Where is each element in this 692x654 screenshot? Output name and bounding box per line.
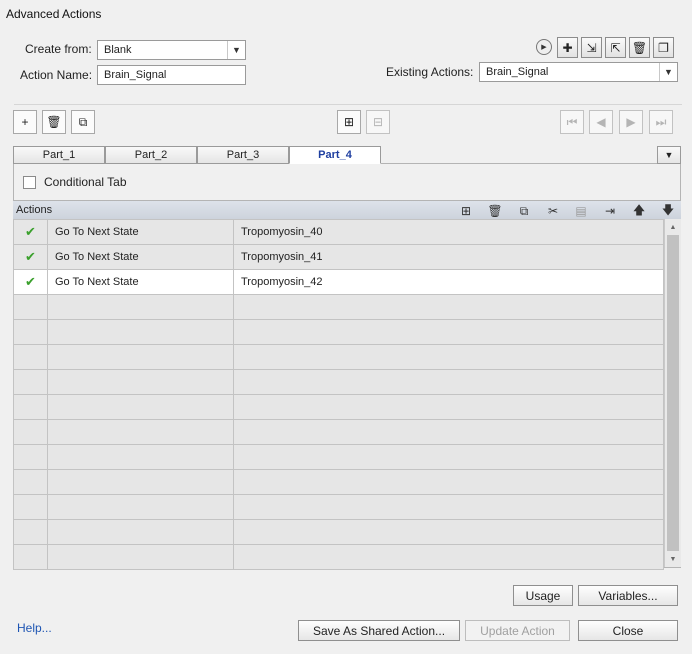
cut-icon[interactable]: ✂ [544,202,562,220]
create-from-select[interactable]: Blank ▼ [97,40,246,60]
tabs-menu-button[interactable]: ▼ [657,146,681,164]
table-row[interactable]: ✔ Go To Next State Tropomyosin_41 [13,244,664,270]
table-row[interactable] [13,469,664,495]
import-action-button[interactable]: ⇲ [581,37,602,58]
help-link[interactable]: Help... [17,621,52,635]
create-from-label: Create from: [25,42,92,56]
target-cell[interactable]: Tropomyosin_42 [233,269,664,295]
variables-button[interactable]: Variables... [578,585,678,606]
folder-icon: ⊟ [372,115,384,129]
table-row[interactable] [13,519,664,545]
table-row-selected[interactable]: ✔ Go To Next State Tropomyosin_42 [13,269,664,295]
copy-icon[interactable]: ⧉ [515,202,533,220]
chevron-down-icon: ▼ [659,63,677,81]
table-row[interactable] [13,419,664,445]
preview-play-icon[interactable]: ▶ [536,39,552,55]
tab-part-4[interactable]: Part_4 [289,146,381,164]
tab-part-2[interactable]: Part_2 [105,146,197,164]
table-row[interactable] [13,294,664,320]
table-row[interactable] [13,444,664,470]
trash-icon: 🗑 [631,40,648,55]
last-decision-button[interactable]: ⏭ [649,110,673,134]
actions-header-label: Actions [16,204,53,216]
actions-scrollbar[interactable]: ▲ ▼ [664,219,681,567]
table-row[interactable] [13,344,664,370]
export-action-button[interactable]: ⇱ [605,37,626,58]
table-row[interactable] [13,369,664,395]
target-cell[interactable]: Tropomyosin_40 [233,219,664,245]
action-name-input[interactable]: Brain_Signal [97,65,246,85]
save-to-library-button[interactable]: ⊞ [337,110,361,134]
indent-icon[interactable]: ⇥ [601,202,619,220]
conditional-tab-row[interactable]: Conditional Tab [14,170,127,194]
load-from-library-button[interactable]: ⊟ [366,110,390,134]
chevron-down-icon: ▼ [227,41,245,59]
existing-actions-label: Existing Actions: [386,65,474,79]
usage-button[interactable]: Usage [513,585,573,606]
move-down-icon[interactable]: 🡇 [659,202,677,220]
first-decision-button[interactable]: ⏮ [560,110,584,134]
duplicate-icon: ❐ [658,40,669,55]
previous-decision-button[interactable]: ◀ [589,110,613,134]
paste-icon[interactable]: ▤ [572,202,590,220]
next-decision-button[interactable]: ▶ [619,110,643,134]
add-decision-button[interactable]: + [13,110,37,134]
plus-icon: + [21,115,29,129]
checkmark-icon: ✔ [25,274,36,289]
conditional-tab-checkbox[interactable] [23,175,36,189]
action-cell[interactable]: Go To Next State [47,219,234,245]
action-cell[interactable]: Go To Next State [47,269,234,295]
scroll-up-icon[interactable]: ▲ [665,220,681,234]
delete-action-button[interactable]: 🗑 [629,37,650,58]
create-from-value: Blank [104,44,132,56]
scroll-thumb[interactable] [667,235,679,551]
remove-decision-button[interactable]: 🗑 [42,110,66,134]
save-as-shared-action-button[interactable]: Save As Shared Action... [298,620,460,641]
duplicate-action-button[interactable]: ❐ [653,37,674,58]
actions-table: ✔ Go To Next State Tropomyosin_40 ✔ Go T… [13,219,664,570]
target-cell[interactable]: Tropomyosin_41 [233,244,664,270]
tab-part-1[interactable]: Part_1 [13,146,105,164]
update-action-button[interactable]: Update Action [465,620,570,641]
insert-row-icon[interactable]: ⊞ [457,202,475,220]
checkmark-icon: ✔ [25,224,36,239]
action-name-label: Action Name: [20,68,93,82]
close-button[interactable]: Close [578,620,678,641]
window-title: Advanced Actions [6,7,102,21]
actions-header: Actions ⊞ 🗑 ⧉ ✂ ▤ ⇥ 🡅 🡇 [13,200,681,220]
scroll-down-icon[interactable]: ▼ [665,552,681,566]
table-row[interactable] [13,394,664,420]
chevron-down-icon: ▼ [664,150,674,160]
skip-last-icon: ⏭ [655,114,667,129]
export-icon: ⇱ [610,40,621,55]
skip-first-icon: ⏮ [566,114,578,129]
plus-icon: ✚ [562,40,573,55]
folder-add-icon: ⊞ [343,115,355,129]
divider [14,104,682,105]
new-action-button[interactable]: ✚ [557,37,578,58]
import-icon: ⇲ [586,40,597,55]
existing-actions-value: Brain_Signal [486,66,549,78]
trash-icon: 🗑 [46,115,62,129]
conditional-tab-label: Conditional Tab [44,175,127,189]
tab-part-3[interactable]: Part_3 [197,146,289,164]
existing-actions-select[interactable]: Brain_Signal ▼ [479,62,678,82]
next-icon: ▶ [626,115,636,129]
duplicate-decision-button[interactable]: ⧉ [71,110,95,134]
action-cell[interactable]: Go To Next State [47,244,234,270]
checkmark-icon: ✔ [25,249,36,264]
table-row[interactable] [13,494,664,520]
table-row[interactable]: ✔ Go To Next State Tropomyosin_40 [13,219,664,245]
move-up-icon[interactable]: 🡅 [630,202,648,220]
table-row[interactable] [13,319,664,345]
trash-icon[interactable]: 🗑 [486,202,504,220]
table-row[interactable] [13,544,664,570]
previous-icon: ◀ [596,115,606,129]
duplicate-icon: ⧉ [78,114,88,129]
